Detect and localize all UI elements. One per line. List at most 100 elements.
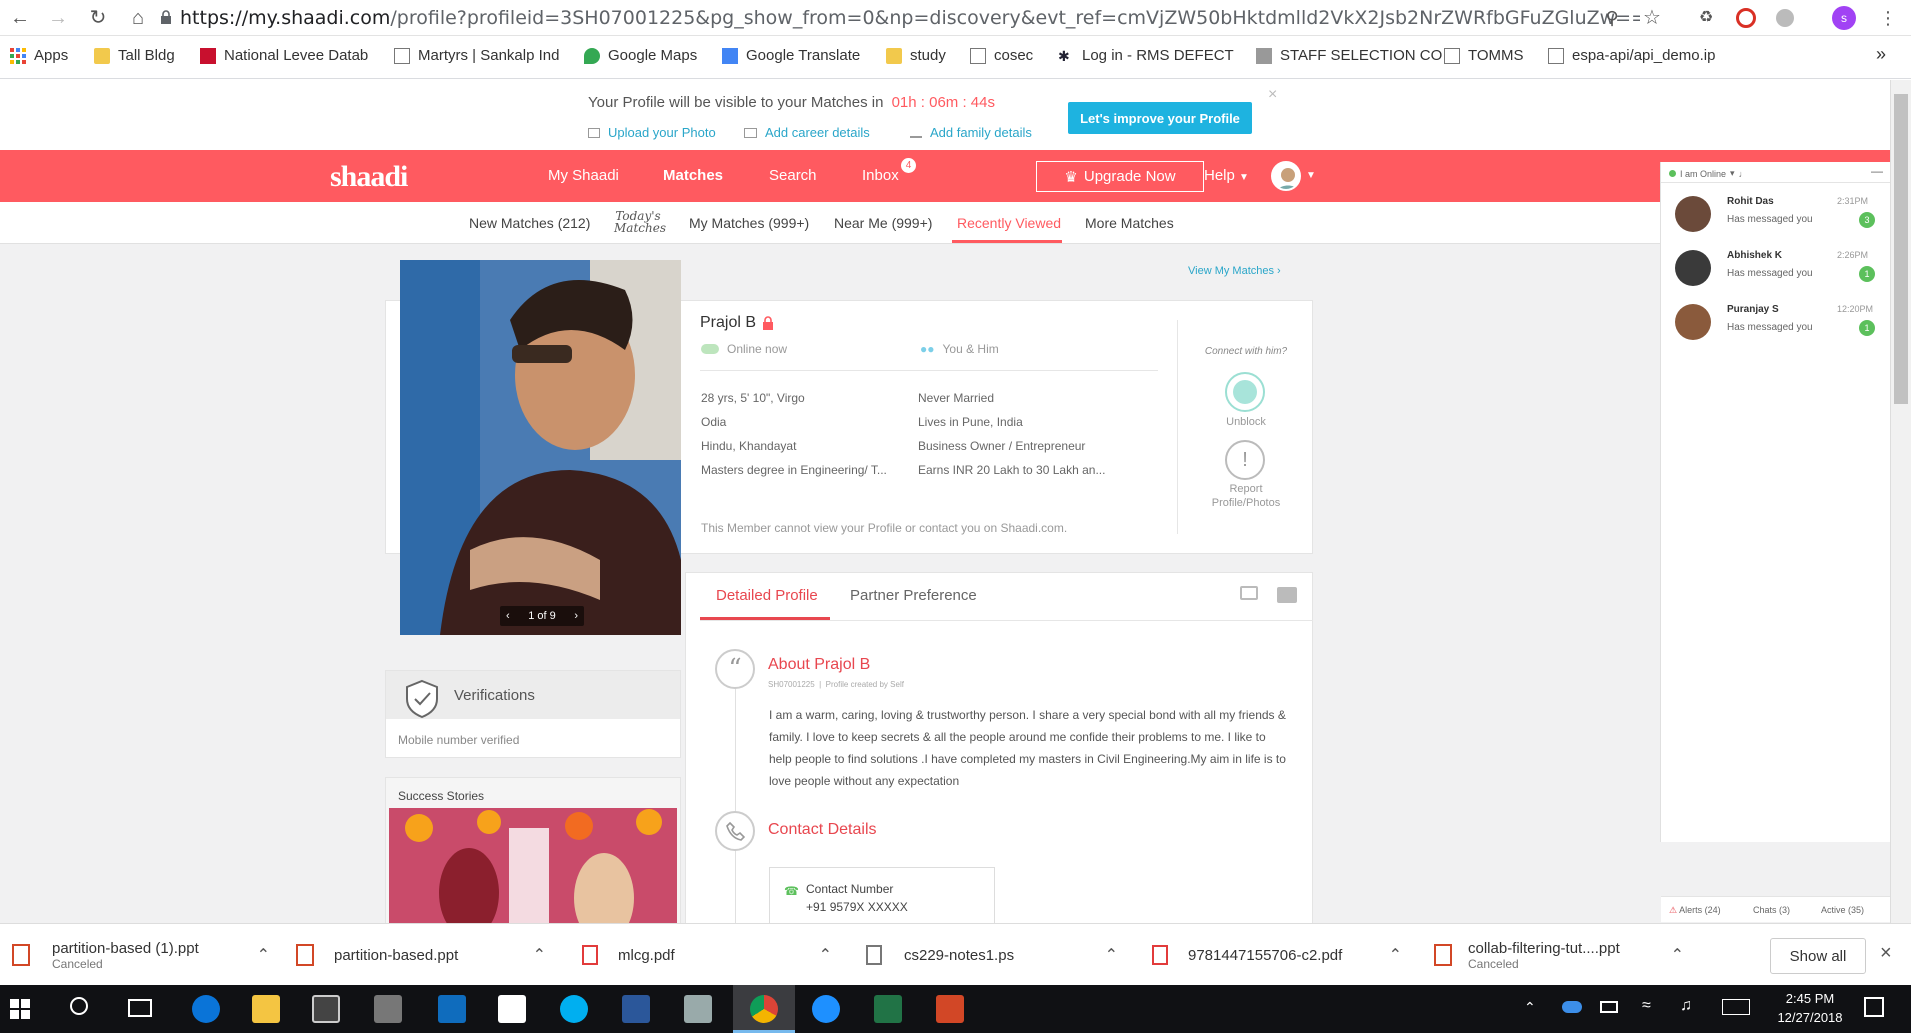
view-my-matches-link[interactable]: View My Matches › [1188,265,1281,277]
bookmark-tall-bldg[interactable]: Tall Bldg [94,47,175,64]
extension-lastpass-icon[interactable] [1736,8,1756,28]
chevron-up-icon[interactable]: ⌃ [1105,945,1118,965]
volume-icon[interactable]: ♫ [1680,997,1692,1015]
bookmark-cosec[interactable]: cosec [970,47,1033,64]
bookmark-study[interactable]: study [886,47,946,64]
download-item[interactable]: collab-filtering-tut....ppt Canceled ⌃ [1434,936,1684,974]
success-story-image[interactable] [389,808,677,923]
user-avatar[interactable] [1271,161,1301,191]
notifications-icon[interactable] [1864,997,1884,1017]
bookmark-google-translate[interactable]: Google Translate [722,47,860,64]
home-icon[interactable]: ⌂ [126,6,150,30]
bookmark-google-maps[interactable]: Google Maps [584,47,697,64]
star-icon[interactable]: ☆ [1640,6,1664,30]
powerpoint-icon[interactable] [936,995,964,1023]
download-item[interactable]: partition-based (1).ppt Canceled ⌃ [12,936,270,974]
zoom-icon[interactable]: ⚲ [1600,6,1624,30]
app-icon[interactable] [684,995,712,1023]
chevron-up-icon[interactable]: ⌃ [1671,945,1684,965]
photo-pager[interactable]: ‹ 1 of 9 › [500,606,584,626]
active-tab[interactable]: Active (35) [1821,905,1864,915]
excel-icon[interactable] [874,995,902,1023]
bookmark-tomms[interactable]: TOMMS [1444,47,1524,64]
word-icon[interactable] [622,995,650,1023]
scroll-thumb[interactable] [1894,94,1908,404]
show-all-button[interactable]: Show all [1770,938,1866,974]
tray-chevron-icon[interactable]: ⌃ [1524,999,1536,1016]
chevron-up-icon[interactable]: ⌃ [819,945,832,965]
edge-icon[interactable] [192,995,220,1023]
onedrive-icon[interactable] [1562,1001,1582,1013]
upgrade-now-button[interactable]: ♛ Upgrade Now [1036,161,1204,192]
tab-new-matches[interactable]: New Matches (212) [469,215,590,231]
upload-photo-link[interactable]: Upload your Photo [588,125,716,140]
download-item[interactable]: 9781447155706-c2.pdf ⌃ [1152,936,1402,974]
photo-prev-icon[interactable]: ‹ [506,610,510,622]
improve-profile-button[interactable]: Let's improve your Profile [1068,102,1252,134]
extension-icon[interactable] [1776,9,1794,27]
chat-item[interactable]: Rohit Das 2:31PM Has messaged you 3 [1661,184,1891,238]
store-icon[interactable] [312,995,340,1023]
sticky-icon[interactable] [498,995,526,1023]
chat-status[interactable]: I am Online ▾ ♩ [1669,168,1748,179]
close-notice-icon[interactable]: × [1268,86,1277,104]
you-and-him-link[interactable]: ●● You & Him [920,342,999,356]
chat-item[interactable]: Puranjay S 12:20PM Has messaged you 1 [1661,292,1891,346]
keyboard-icon[interactable] [1722,999,1750,1015]
windows-start-icon[interactable] [10,999,30,1024]
ie-icon[interactable] [812,995,840,1023]
close-downloads-icon[interactable]: × [1880,942,1892,965]
app-icon[interactable] [374,995,402,1023]
avatar-chevron-icon[interactable]: ▼ [1306,170,1316,181]
chevron-up-icon[interactable]: ⌃ [1389,945,1402,965]
nav-my-shaadi[interactable]: My Shaadi [548,167,619,184]
bookmark-levee[interactable]: National Levee Datab [200,47,368,64]
photo-next-icon[interactable]: › [574,610,578,622]
extension-translate-icon[interactable]: ♻ [1694,6,1718,30]
tab-near-me[interactable]: Near Me (999+) [834,215,932,231]
nav-matches[interactable]: Matches [663,167,723,184]
tab-my-matches[interactable]: My Matches (999+) [689,215,809,231]
add-family-link[interactable]: Add family details [910,125,1032,140]
bookmark-martyrs[interactable]: Martyrs | Sankalp Ind [394,47,559,64]
search-icon[interactable] [70,997,88,1015]
chats-tab[interactable]: Chats (3) [1753,905,1790,915]
nav-inbox[interactable]: Inbox [862,167,899,184]
bookmark-ssc[interactable]: STAFF SELECTION CO [1256,47,1442,64]
chat-item[interactable]: Abhishek K 2:26PM Has messaged you 1 [1661,238,1891,292]
sound-icon[interactable]: ♩ [1739,169,1748,179]
taskbar-clock[interactable]: 2:45 PM 12/27/2018 [1760,989,1860,1027]
wifi-icon[interactable]: ≈ [1642,997,1651,1015]
profile-avatar[interactable]: s [1832,6,1856,30]
print-icon[interactable] [1277,587,1297,603]
download-item[interactable]: cs229-notes1.ps ⌃ [866,936,1118,974]
unblock-button[interactable] [1225,372,1265,412]
help-menu[interactable]: Help ▼ [1204,167,1249,184]
tab-partner-preference[interactable]: Partner Preference [850,587,977,604]
minimize-chat-icon[interactable]: — [1871,164,1883,178]
tab-todays-matches[interactable]: Today's Matches [614,210,666,234]
outlook-icon[interactable] [438,995,466,1023]
url-bar[interactable]: https://my.shaadi.com/profile?profileid=… [180,7,1640,29]
tab-recently-viewed[interactable]: Recently Viewed [957,215,1061,231]
chrome-taskbar-active[interactable] [733,985,795,1033]
nav-search[interactable]: Search [769,167,817,184]
chevron-up-icon[interactable]: ⌃ [533,945,546,965]
bookmarks-overflow-icon[interactable]: » [1876,44,1886,65]
download-item[interactable]: partition-based.ppt ⌃ [296,936,546,974]
menu-icon[interactable]: ⋮ [1876,6,1900,30]
bookmark-apps[interactable]: Apps [10,47,68,64]
task-view-icon[interactable] [128,999,152,1017]
shaadi-logo[interactable]: shaadi [330,160,408,194]
back-icon[interactable]: ← [8,6,32,30]
profile-photo[interactable]: ‹ 1 of 9 › [400,260,681,635]
share-icon[interactable] [1240,586,1258,600]
download-item[interactable]: mlcg.pdf ⌃ [582,936,832,974]
tab-detailed-profile[interactable]: Detailed Profile [716,587,818,604]
forward-icon[interactable]: → [46,6,70,30]
battery-icon[interactable] [1600,1001,1618,1013]
file-explorer-icon[interactable] [252,995,280,1023]
page-scrollbar[interactable] [1890,80,1911,923]
report-button[interactable]: ! [1225,440,1265,480]
bookmark-espa[interactable]: espa-api/api_demo.ip [1548,47,1715,64]
